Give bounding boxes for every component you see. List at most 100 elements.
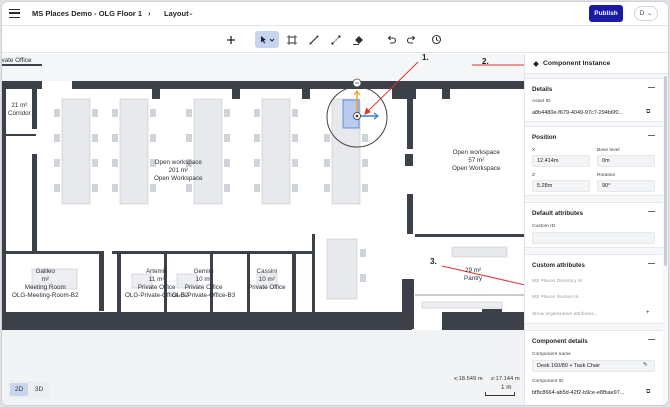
cursor-z-coordinate: z:17.144 m xyxy=(491,376,520,382)
avatar-initial: D xyxy=(639,10,645,17)
room-label-line: 21 m² xyxy=(11,102,28,109)
avatar[interactable]: D ⌄ xyxy=(634,6,658,21)
custom-id-field[interactable] xyxy=(532,232,655,244)
room-label-line: Gemini xyxy=(193,268,214,275)
x-field[interactable]: 12.414m xyxy=(532,155,590,167)
room-label-line: Open Workspace xyxy=(154,175,203,182)
room-label-gemini: Gemini 10 m² Private Office OLG-Private-… xyxy=(172,268,235,300)
history-icon[interactable] xyxy=(427,31,445,48)
room-label-line: Open workspace xyxy=(154,159,202,166)
component-name-value: Desk 160/80 + Task Chair xyxy=(537,363,601,369)
scale-bar xyxy=(485,392,515,396)
frame-icon[interactable] xyxy=(283,31,301,48)
undo-icon[interactable] xyxy=(382,31,400,48)
room-label-line: Meeting Room xyxy=(24,284,66,291)
room-label-line: Open Workspace xyxy=(452,165,501,172)
x-label: X xyxy=(532,148,536,153)
measure-icon[interactable] xyxy=(327,31,345,48)
directory-id-label: MS Places Directory Id xyxy=(532,279,582,284)
z-label: Z xyxy=(532,173,535,178)
custom-id-label: Custom ID xyxy=(532,224,556,229)
room-label-open-workspace-left: Open workspace 201 m² Open Workspace xyxy=(154,159,203,183)
section-title: Details xyxy=(532,86,553,93)
base-level-field[interactable]: 0m xyxy=(597,155,655,167)
position-section: Position X 12.414m Base level 0m Z 5.28m… xyxy=(525,126,663,196)
room-label-line: OLG-Private-Office-B3 xyxy=(172,292,236,299)
rotation-label: Rotation xyxy=(597,173,616,178)
rotation-field[interactable]: 90° xyxy=(597,180,655,192)
chevron-down-icon: ⌄ xyxy=(647,11,653,17)
drawing-toolbar xyxy=(2,27,668,53)
edit-icon[interactable]: ✎ xyxy=(643,362,648,368)
desk-cluster xyxy=(61,98,91,205)
collapse-icon[interactable] xyxy=(648,339,655,340)
layout-dropdown[interactable]: Layout xyxy=(164,9,189,18)
room-label-line: rivate Office xyxy=(2,57,32,64)
line-icon[interactable] xyxy=(305,31,323,48)
collapse-icon[interactable] xyxy=(648,211,655,212)
component-details-section: Component details Component name Desk 16… xyxy=(525,330,663,405)
room-label-line: 201 m² xyxy=(168,167,189,174)
component-id-label: Component ID xyxy=(532,379,564,384)
chevron-down-icon[interactable]: ⌄ xyxy=(130,9,136,17)
section-title: Component details xyxy=(532,338,588,345)
default-attributes-section: Default attributes Custom ID xyxy=(525,202,663,248)
top-bar: MS Places Demo - OLG Floor 1 ⌄ › Layout … xyxy=(2,2,668,26)
collapse-icon[interactable] xyxy=(648,87,655,88)
fill-icon[interactable] xyxy=(349,31,367,48)
details-section: Details Asset ID a8b4480e-f679-4049-97c7… xyxy=(525,78,663,122)
room-label-line: 10 m² xyxy=(258,276,275,283)
section-title: Default attributes xyxy=(532,210,583,217)
room-label-line: Galileo xyxy=(35,268,56,275)
room-label-line: 29 m² xyxy=(465,267,482,274)
chevron-down-icon[interactable]: ⌄ xyxy=(188,9,194,17)
room-label-line: Pantry xyxy=(464,275,483,282)
select-pointer-icon[interactable] xyxy=(255,31,279,48)
room-label-line: 57 m² xyxy=(468,157,485,164)
room-label-cassini: Cassini 10 m² Private Office xyxy=(248,268,286,292)
floorplan-drawing[interactable] xyxy=(2,54,524,405)
scale-label: 1 m xyxy=(501,384,512,391)
add-icon[interactable] xyxy=(222,31,240,48)
collapse-icon[interactable] xyxy=(648,263,655,264)
show-org-attributes-link[interactable]: Show organization attributes... xyxy=(532,312,598,317)
room-label-galileo: Galileo m² Meeting Room OLG-Meeting-Room… xyxy=(12,268,79,300)
add-attribute-icon[interactable]: + xyxy=(646,310,650,316)
section-id-label: MS Places Section Id xyxy=(532,295,579,300)
room-label-line: m² xyxy=(41,276,49,283)
annotation-2: 2. xyxy=(482,57,489,66)
floorplan-canvas[interactable]: rivate Office m² 21 m² Corridor Open wor… xyxy=(2,54,524,405)
room-label-line: Open workspace xyxy=(452,149,500,156)
room-label-corridor: 21 m² Corridor xyxy=(8,102,31,118)
panel-scrollbar[interactable] xyxy=(664,76,667,266)
wall-top xyxy=(2,81,524,89)
annotation-1: 1. xyxy=(422,54,429,62)
panel-header: Component Instance xyxy=(525,54,668,74)
redo-icon[interactable] xyxy=(403,31,421,48)
room-label-top-left: m² xyxy=(4,54,11,57)
component-name-field[interactable]: Desk 160/80 + Task Chair xyxy=(532,360,655,372)
collapse-icon[interactable] xyxy=(648,135,655,136)
breadcrumb-separator-icon: › xyxy=(148,9,151,18)
room-label-pantry: 29 m² Pantry xyxy=(464,267,482,283)
room-label-line: Private Office xyxy=(248,284,286,291)
hamburger-menu-icon[interactable] xyxy=(9,9,20,18)
cursor-x-coordinate: x:18.549 m xyxy=(454,376,483,382)
copy-icon[interactable]: ⧉ xyxy=(646,109,650,116)
asset-id-label: Asset ID xyxy=(532,99,551,104)
publish-button[interactable]: Publish xyxy=(589,5,623,22)
base-level-label: Base level xyxy=(597,148,620,153)
panel-title: Component Instance xyxy=(543,60,611,67)
view-2d-button[interactable]: 2D xyxy=(10,383,28,396)
room-label-line: OLG-Meeting-Room-B2 xyxy=(12,292,79,299)
room-label-private-office: rivate Office xyxy=(2,57,31,65)
room-label-open-workspace-right: Open workspace 57 m² Open Workspace xyxy=(452,149,501,173)
component-id-value: bf8c8664-ab5d-42f2-b9ce-e8fbae97... xyxy=(532,390,625,396)
view-3d-button[interactable]: 3D xyxy=(30,383,48,396)
room-label-line: Private Office xyxy=(184,284,223,291)
room-label-line: Cassini xyxy=(256,268,278,275)
z-field[interactable]: 5.28m xyxy=(532,180,590,192)
asset-id-value: a8b4480e-f679-4049-97c7-294b6f0... xyxy=(532,110,624,116)
project-title[interactable]: MS Places Demo - OLG Floor 1 xyxy=(32,9,142,18)
copy-icon[interactable]: ⧉ xyxy=(646,389,650,396)
